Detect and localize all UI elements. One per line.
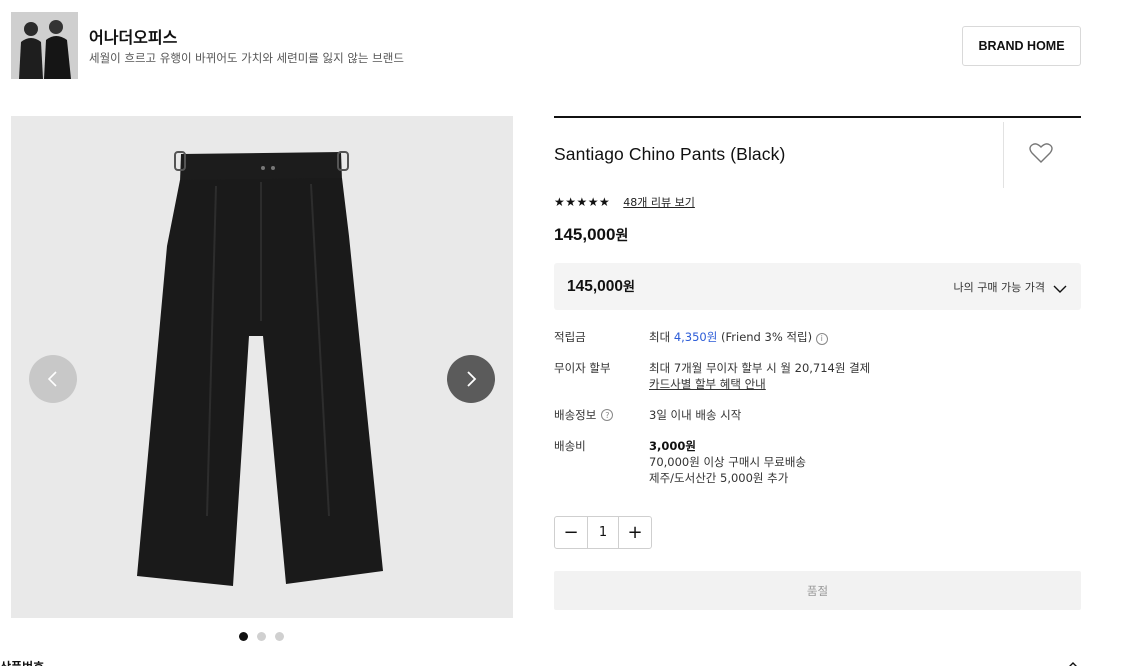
- review-link[interactable]: 48개 리뷰 보기: [623, 194, 695, 210]
- quantity-stepper: − 1 +: [554, 516, 652, 549]
- brand-home-button[interactable]: BRAND HOME: [962, 26, 1081, 66]
- shipping-label-group: 배송정보 ?: [554, 407, 614, 423]
- heart-icon: [1029, 143, 1053, 163]
- star-rating-icon: ★★★★★: [554, 195, 611, 209]
- product-info-panel: Santiago Chino Pants (Black) ★★★★★ 48개 리…: [554, 116, 1081, 610]
- installment-link[interactable]: 카드사별 할부 혜택 안내: [649, 376, 870, 392]
- title-row: Santiago Chino Pants (Black): [554, 116, 1081, 188]
- installment-text: 최대 7개월 무이자 할부 시 월 20,714원 결제: [649, 361, 871, 375]
- points-value: 최대 4,350원 (Friend 3% 적립) i: [649, 329, 828, 345]
- points-prefix: 최대: [649, 330, 671, 344]
- fee-island-text: 제주/도서산간 5,000원 추가: [649, 471, 789, 485]
- brand-name[interactable]: 어나더오피스: [89, 24, 177, 48]
- chevron-up-icon[interactable]: [1068, 660, 1078, 666]
- my-price-value: 145,000: [567, 278, 624, 295]
- points-amount: 4,350원: [673, 330, 718, 344]
- installment-value: 최대 7개월 무이자 할부 시 월 20,714원 결제 카드사별 할부 혜택 …: [649, 360, 870, 392]
- quantity-value[interactable]: 1: [587, 517, 619, 548]
- shipping-label: 배송정보: [554, 408, 597, 422]
- gallery-dot[interactable]: [239, 632, 248, 641]
- rating-row: ★★★★★ 48개 리뷰 보기: [554, 194, 695, 210]
- gallery-dot[interactable]: [275, 632, 284, 641]
- chevron-left-icon: [47, 371, 57, 387]
- brand-photo-icon: [11, 12, 78, 79]
- shipping-text: 3일 이내 배송 시작: [649, 408, 742, 422]
- gallery-next-button[interactable]: [447, 355, 495, 403]
- brand-description: 세월이 흐르고 유행이 바뀌어도 가치와 세련미를 잃지 않는 브랜드: [89, 51, 404, 65]
- info-icon[interactable]: i: [815, 333, 828, 345]
- fee-amount: 3,000원: [649, 439, 696, 453]
- gallery-prev-button[interactable]: [29, 355, 77, 403]
- fee-value: 3,000원 70,000원 이상 구매시 무료배송 제주/도서산간 5,000…: [649, 438, 806, 486]
- quantity-minus-button[interactable]: −: [555, 517, 587, 548]
- price-unit: 원: [615, 227, 629, 243]
- points-label: 적립금: [554, 330, 586, 344]
- soldout-button[interactable]: 품절: [554, 571, 1081, 610]
- product-pants-image: [11, 116, 513, 618]
- chevron-down-icon: [1053, 279, 1067, 298]
- gallery-dot[interactable]: [257, 632, 266, 641]
- product-price: 145,000원: [554, 225, 628, 245]
- gallery-pagination: [239, 632, 284, 641]
- brand-header: 어나더오피스 세월이 흐르고 유행이 바뀌어도 가치와 세련미를 잃지 않는 브…: [11, 12, 1081, 80]
- product-title: Santiago Chino Pants (Black): [554, 144, 786, 164]
- brand-logo-image[interactable]: [11, 12, 78, 79]
- fee-free-text: 70,000원 이상 구매시 무료배송: [649, 455, 807, 469]
- points-suffix: (Friend 3% 적립): [721, 330, 813, 344]
- product-number-section[interactable]: 상품번호: [0, 658, 44, 666]
- my-price-amount: 145,000원: [567, 276, 635, 296]
- installment-label: 무이자 할부: [554, 361, 611, 375]
- product-image-gallery[interactable]: [11, 116, 513, 618]
- my-price-dropdown[interactable]: 145,000원 나의 구매 가능 가격: [554, 263, 1081, 310]
- quantity-plus-button[interactable]: +: [619, 517, 651, 548]
- chevron-right-icon: [467, 371, 477, 387]
- divider: [1003, 122, 1004, 188]
- my-price-label: 나의 구매 가능 가격: [953, 281, 1045, 294]
- help-icon[interactable]: ?: [601, 409, 614, 421]
- wishlist-button[interactable]: [1029, 142, 1055, 166]
- my-price-unit: 원: [623, 279, 635, 294]
- price-value: 145,000: [554, 225, 616, 244]
- fee-label: 배송비: [554, 439, 586, 453]
